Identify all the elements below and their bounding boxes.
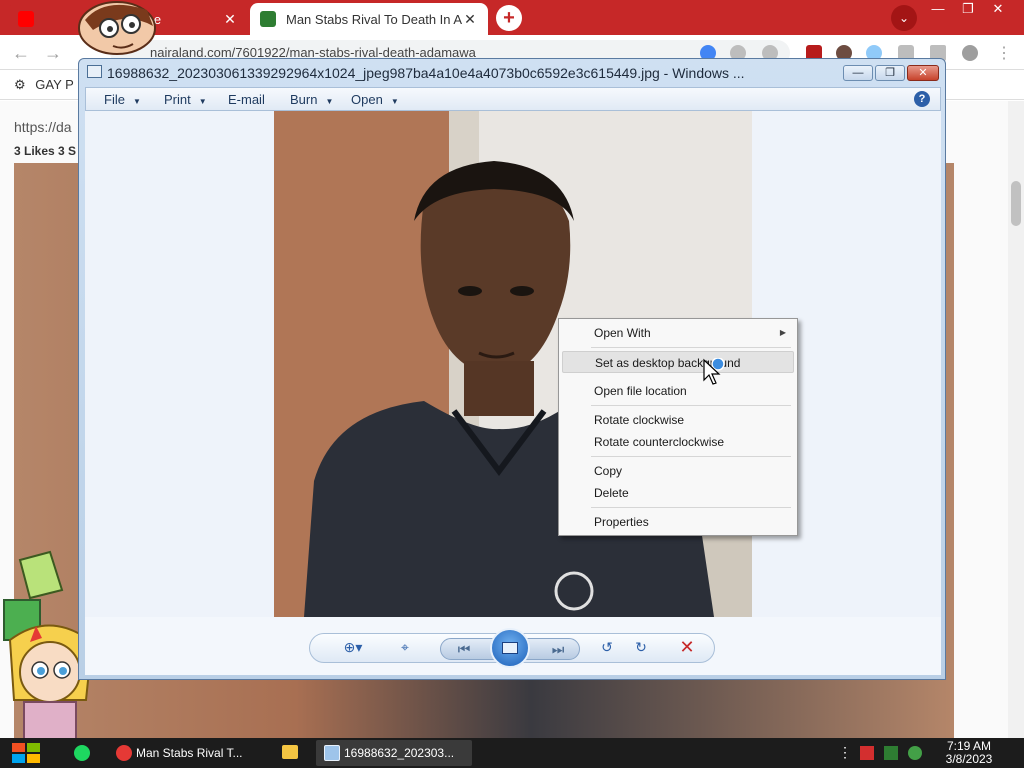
browser-close-button[interactable]: ✕	[982, 0, 1014, 20]
browser-maximize-button[interactable]: ❐	[952, 0, 984, 20]
menu-label: Print	[164, 92, 191, 107]
close-tab-icon[interactable]: ✕	[222, 11, 238, 28]
network-icon[interactable]	[884, 746, 898, 760]
menu-dots-icon[interactable]: ⋮	[996, 43, 1012, 63]
volume-icon[interactable]	[908, 746, 922, 760]
slideshow-icon	[502, 642, 518, 654]
menu-separator	[591, 347, 791, 348]
system-clock[interactable]: 7:19 AM 3/8/2023	[936, 740, 1002, 766]
chevron-down-icon: ▼	[390, 97, 399, 106]
menu-item-label: Rotate clockwise	[594, 413, 685, 427]
menu-item-rotate-clockwise[interactable]: Rotate clockwise	[562, 409, 794, 431]
menu-separator	[591, 456, 791, 457]
menu-item-rotate-counterclockwise[interactable]: Rotate counterclockwise	[562, 431, 794, 453]
taskbar-app-label: 16988632_202303...	[344, 746, 455, 760]
tab-man-stabs-rival[interactable]: Man Stabs Rival To Death In A ✕	[250, 3, 488, 35]
photo-viewer-controls-area: ⊕▾ ⌖ ⏮ ⏭ ↺ ↻ ✕	[85, 617, 941, 675]
menu-burn[interactable]: Burn ▼	[290, 92, 333, 107]
menu-item-delete[interactable]: Delete	[562, 482, 794, 504]
clock-date: 3/8/2023	[945, 752, 993, 766]
previous-icon[interactable]: ⏮	[453, 641, 475, 658]
taskbar: Man Stabs Rival T... 16988632_202303... …	[0, 738, 1024, 768]
menu-item-label: Copy	[594, 464, 623, 478]
page-scrollbar[interactable]	[1008, 101, 1024, 738]
profile-avatar-icon[interactable]	[962, 45, 978, 61]
close-button[interactable]: ✕	[907, 65, 939, 81]
bookmark-item[interactable]: ⚙ GAY P	[14, 77, 74, 93]
zoom-icon[interactable]: ⊕▾	[336, 639, 370, 656]
menu-email[interactable]: E-mail	[228, 92, 265, 107]
submenu-arrow-icon: ▶	[779, 328, 786, 337]
browser-minimize-button[interactable]: —	[922, 0, 954, 20]
bookmark-label: GAY P	[35, 77, 74, 92]
help-icon[interactable]: ?	[914, 91, 930, 107]
windows-start-icon[interactable]	[10, 741, 42, 765]
menu-open[interactable]: Open ▼	[351, 92, 399, 107]
youtube-icon	[18, 11, 34, 27]
photo-viewer-taskbar-icon	[324, 745, 340, 761]
chevron-down-icon: ▼	[132, 97, 141, 106]
nairaland-icon	[260, 11, 276, 27]
chevron-down-icon: ▼	[325, 97, 334, 106]
close-tab-icon[interactable]: ✕	[462, 11, 478, 28]
menu-item-label: Open file location	[594, 384, 687, 398]
menu-label: Open	[351, 92, 383, 107]
taskbar-app-label: Man Stabs Rival T...	[136, 746, 243, 760]
taskbar-app-photo-viewer[interactable]: 16988632_202303...	[316, 740, 472, 766]
menu-item-label: Rotate counterclockwise	[594, 435, 725, 449]
photo-viewer-controls: ⊕▾ ⌖ ⏮ ⏭ ↺ ↻ ✕	[309, 628, 715, 668]
chrome-icon	[116, 745, 132, 761]
menu-item-label: Open With	[594, 326, 651, 340]
chevron-down-icon: ▼	[198, 97, 207, 106]
photo-viewer-title: 16988632_202303061339292964x1024_jpeg987…	[107, 65, 745, 81]
page-likes-text: 3 Likes 3 S	[14, 144, 77, 158]
menu-item-open-file-location[interactable]: Open file location	[562, 380, 794, 402]
tab-title: Man Stabs Rival To Death In A	[286, 11, 462, 27]
tab-search-button[interactable]: ⌄	[891, 5, 917, 31]
maximize-button[interactable]: ❐	[875, 65, 905, 81]
flag-icon[interactable]	[860, 746, 874, 760]
cartoon-face-sticker	[78, 1, 156, 55]
new-tab-button[interactable]: +	[496, 5, 522, 31]
rotate-clockwise-icon[interactable]: ↻	[630, 639, 652, 656]
menu-item-copy[interactable]: Copy	[562, 460, 794, 482]
spotify-icon[interactable]	[74, 745, 90, 761]
folder-icon[interactable]	[282, 745, 298, 759]
back-arrow-icon[interactable]: ←	[12, 43, 30, 64]
menu-label: File	[104, 92, 125, 107]
menu-item-label: Delete	[594, 486, 629, 500]
next-icon[interactable]: ⏭	[547, 641, 569, 658]
rotate-counterclockwise-icon[interactable]: ↺	[596, 639, 618, 656]
gear-icon: ⚙	[14, 77, 26, 92]
scrollbar-thumb[interactable]	[1011, 181, 1021, 226]
slideshow-button[interactable]	[490, 628, 530, 668]
menu-print[interactable]: Print ▼	[164, 92, 207, 107]
page-link-text[interactable]: https://da	[14, 119, 72, 135]
taskbar-app-chrome[interactable]: Man Stabs Rival T...	[108, 740, 258, 766]
menu-item-set-desktop-background[interactable]: Set as desktop background	[562, 351, 794, 373]
forward-arrow-icon[interactable]: →	[44, 43, 62, 64]
menu-label: Burn	[290, 92, 318, 107]
menu-item-open-with[interactable]: Open With ▶	[562, 322, 794, 344]
photo-viewer-window: 16988632_202303061339292964x1024_jpeg987…	[78, 58, 946, 680]
photo-canvas	[85, 111, 941, 617]
actual-size-icon[interactable]: ⌖	[394, 639, 416, 656]
mouse-cursor-icon	[703, 358, 724, 385]
overflow-dots-icon[interactable]: ⋮	[838, 744, 852, 760]
photo-viewer-icon	[87, 65, 102, 78]
menu-file[interactable]: File ▼	[104, 92, 141, 107]
menu-label: E-mail	[228, 92, 265, 107]
delete-icon[interactable]: ✕	[676, 637, 698, 658]
menu-separator	[591, 405, 791, 406]
context-menu: Open With ▶ Set as desktop background Op…	[558, 318, 798, 536]
menu-item-label: Properties	[594, 515, 649, 529]
menu-separator	[591, 507, 791, 508]
menu-item-properties[interactable]: Properties	[562, 511, 794, 533]
minimize-button[interactable]: —	[843, 65, 873, 81]
photo-viewer-menubar: File ▼ Print ▼ E-mail Burn ▼ Open ▼ ?	[85, 87, 941, 111]
